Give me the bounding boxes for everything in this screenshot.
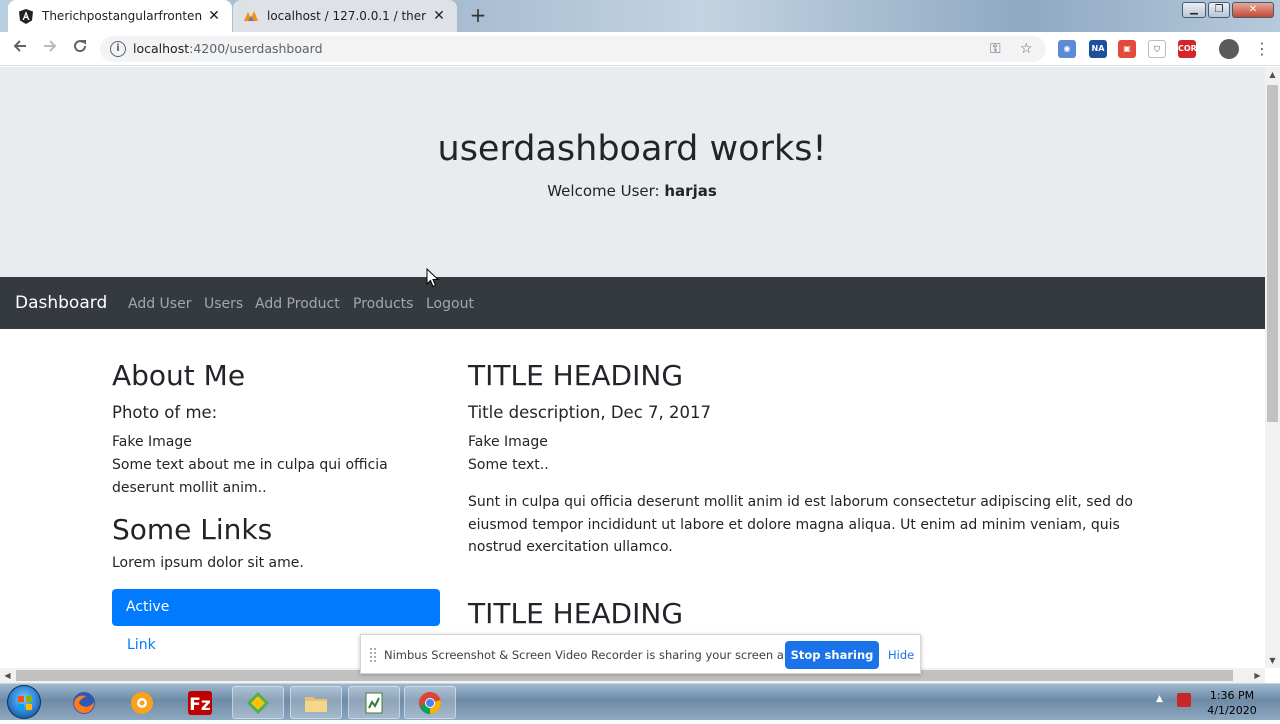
file-explorer-icon[interactable] (290, 686, 342, 719)
start-button[interactable] (7, 685, 41, 719)
clock-date: 4/1/2020 (1207, 704, 1257, 717)
extension-na-icon[interactable]: NA (1089, 40, 1107, 58)
svg-text:Fz: Fz (189, 695, 211, 715)
navbar-brand[interactable]: Dashboard (15, 293, 107, 313)
forward-button[interactable] (38, 37, 62, 61)
link[interactable]: Link (127, 637, 156, 653)
stop-sharing-button[interactable]: Stop sharing (785, 641, 879, 669)
browser-toolbar: i localhost:4200/userdashboard ⚿ ☆ ◉ NA … (0, 32, 1280, 66)
hide-button[interactable]: Hide (888, 648, 914, 662)
links-heading: Some Links (112, 513, 273, 546)
clock[interactable]: 1:36 PM 4/1/2020 (1200, 688, 1264, 718)
tab-therichpost[interactable]: Therichpostangularfrontend ✕ (8, 0, 232, 32)
active-link[interactable]: Active (112, 589, 440, 626)
fake-image-text: Fake Image (112, 434, 192, 450)
maximize-button[interactable]: ❐ (1208, 2, 1230, 18)
nav-logout[interactable]: Logout (426, 296, 474, 312)
minimize-button[interactable]: ▁ (1182, 2, 1206, 18)
post-title: TITLE HEADING (468, 597, 684, 630)
profile-avatar[interactable] (1219, 39, 1239, 59)
chrome-icon[interactable] (404, 686, 456, 719)
username: harjas (664, 182, 717, 200)
key-icon[interactable]: ⚿ (990, 41, 1001, 57)
address-bar[interactable]: i localhost:4200/userdashboard ⚿ ☆ (100, 36, 1046, 62)
welcome-message: Welcome User: harjas (547, 182, 717, 200)
close-tab-icon[interactable]: ✕ (431, 8, 447, 24)
browser-tab-strip: Therichpostangularfrontend ✕ localhost /… (0, 0, 1280, 32)
scroll-right-icon[interactable]: ▶ (1250, 668, 1265, 683)
settings-icon[interactable] (116, 686, 168, 719)
shield-icon[interactable]: ⛉ (1148, 40, 1166, 58)
scroll-left-icon[interactable]: ◀ (0, 668, 15, 683)
app-icon[interactable] (232, 686, 284, 719)
vertical-scrollbar[interactable]: ▲ ▼ (1265, 67, 1280, 668)
scroll-up-icon[interactable]: ▲ (1265, 67, 1280, 82)
jumbotron: userdashboard works! Welcome User: harja… (0, 67, 1265, 277)
clock-time: 1:36 PM (1209, 689, 1255, 702)
close-tab-icon[interactable]: ✕ (206, 8, 222, 24)
nav-add-product[interactable]: Add Product (255, 296, 340, 312)
taskbar: Fz ▲ 1:36 PM 4/1/2020 (0, 683, 1280, 720)
post-title: TITLE HEADING (468, 359, 684, 392)
nav-add-user[interactable]: Add User (128, 296, 191, 312)
page-title: userdashboard works! (437, 129, 827, 169)
extension-icon[interactable]: ▣ (1118, 40, 1136, 58)
post-body: Sunt in culpa qui officia deserunt molli… (468, 494, 1133, 555)
mouse-cursor-icon (426, 268, 440, 288)
close-window-button[interactable]: ✕ (1232, 2, 1274, 18)
navbar: Dashboard Add User Users Add Product Pro… (0, 277, 1265, 329)
tab-phpmyadmin[interactable]: localhost / 127.0.0.1 / therihpostf ✕ (233, 0, 457, 32)
url-text: localhost:4200/userdashboard (133, 41, 323, 56)
cors-icon[interactable]: CORS (1178, 40, 1203, 58)
photo-label: Photo of me: (112, 403, 218, 422)
tab-title: Therichpostangularfrontend (42, 9, 202, 23)
post-image-text: Fake Image (468, 434, 548, 450)
about-heading: About Me (112, 359, 246, 392)
extension-icon[interactable]: ◉ (1058, 40, 1076, 58)
post-description: Title description, Dec 7, 2017 (468, 403, 711, 422)
phpmyadmin-icon (243, 8, 259, 24)
back-button[interactable] (8, 37, 32, 61)
links-text: Lorem ipsum dolor sit ame. (112, 555, 304, 571)
menu-kebab-icon[interactable]: ⋮ (1250, 37, 1274, 61)
sharing-message: Nimbus Screenshot & Screen Video Recorde… (384, 648, 838, 662)
filezilla-icon[interactable]: Fz (174, 686, 226, 719)
scrollbar-thumb[interactable] (1267, 85, 1278, 422)
arrow-right-icon (44, 40, 57, 52)
reload-button[interactable] (68, 37, 92, 61)
windows-logo-icon (18, 696, 32, 710)
page-viewport: userdashboard works! Welcome User: harja… (0, 67, 1265, 668)
screen-sharing-bar: Nimbus Screenshot & Screen Video Recorde… (360, 634, 921, 674)
arrow-left-icon (13, 40, 26, 52)
show-hidden-icons-icon[interactable]: ▲ (1156, 694, 1163, 704)
tray-icon[interactable] (1177, 693, 1191, 707)
tab-title: localhost / 127.0.0.1 / therihpostf (267, 9, 427, 23)
reload-icon (74, 40, 87, 53)
angular-icon (18, 8, 34, 24)
nav-products[interactable]: Products (353, 296, 413, 312)
star-icon[interactable]: ☆ (1020, 41, 1033, 57)
drag-handle[interactable] (370, 648, 376, 662)
new-tab-button[interactable]: + (466, 4, 490, 28)
nav-users[interactable]: Users (204, 296, 243, 312)
notepad-icon[interactable] (348, 686, 400, 719)
post-short-text: Some text.. (468, 457, 549, 473)
about-text: Some text about me in culpa qui officia … (112, 457, 388, 496)
scroll-down-icon[interactable]: ▼ (1265, 653, 1280, 668)
info-icon[interactable]: i (110, 41, 126, 57)
firefox-icon[interactable] (58, 686, 110, 719)
